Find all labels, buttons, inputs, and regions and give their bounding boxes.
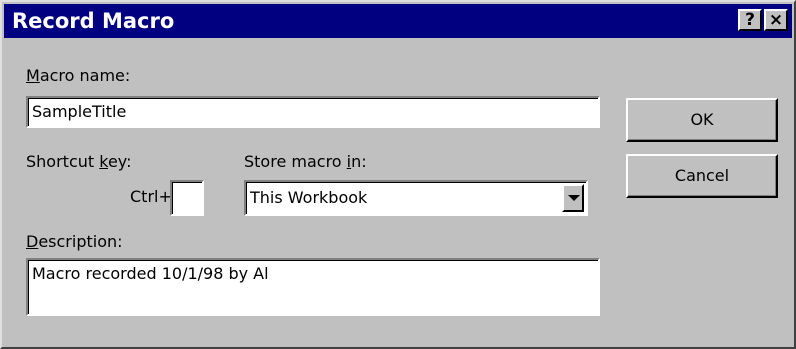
shortcut-key-label: Shortcut key:	[26, 152, 132, 171]
cancel-button[interactable]: Cancel	[626, 154, 778, 198]
close-button[interactable]: ×	[764, 9, 788, 31]
store-macro-label: Store macro in:	[244, 152, 367, 171]
help-button[interactable]: ?	[738, 9, 762, 31]
title-bar[interactable]: Record Macro ? ×	[4, 4, 792, 38]
chevron-down-icon[interactable]	[562, 184, 584, 212]
record-macro-dialog: Record Macro ? × Macro name: SampleTitle…	[0, 0, 796, 349]
store-macro-value: This Workbook	[250, 188, 368, 207]
description-label: Description:	[26, 232, 123, 251]
dialog-title: Record Macro	[12, 9, 175, 33]
ctrl-label: Ctrl+	[130, 187, 172, 206]
ok-button[interactable]: OK	[626, 98, 778, 142]
description-textarea[interactable]: Macro recorded 10/1/98 by Al	[26, 258, 600, 316]
close-icon: ×	[768, 10, 784, 30]
shortcut-key-input[interactable]	[170, 180, 204, 216]
store-macro-dropdown[interactable]: This Workbook	[244, 180, 588, 216]
macro-name-label: Macro name:	[26, 66, 131, 85]
macro-name-value: SampleTitle	[32, 102, 127, 121]
macro-name-input[interactable]: SampleTitle	[26, 96, 600, 128]
help-icon: ?	[745, 10, 755, 30]
description-value: Macro recorded 10/1/98 by Al	[32, 264, 269, 283]
